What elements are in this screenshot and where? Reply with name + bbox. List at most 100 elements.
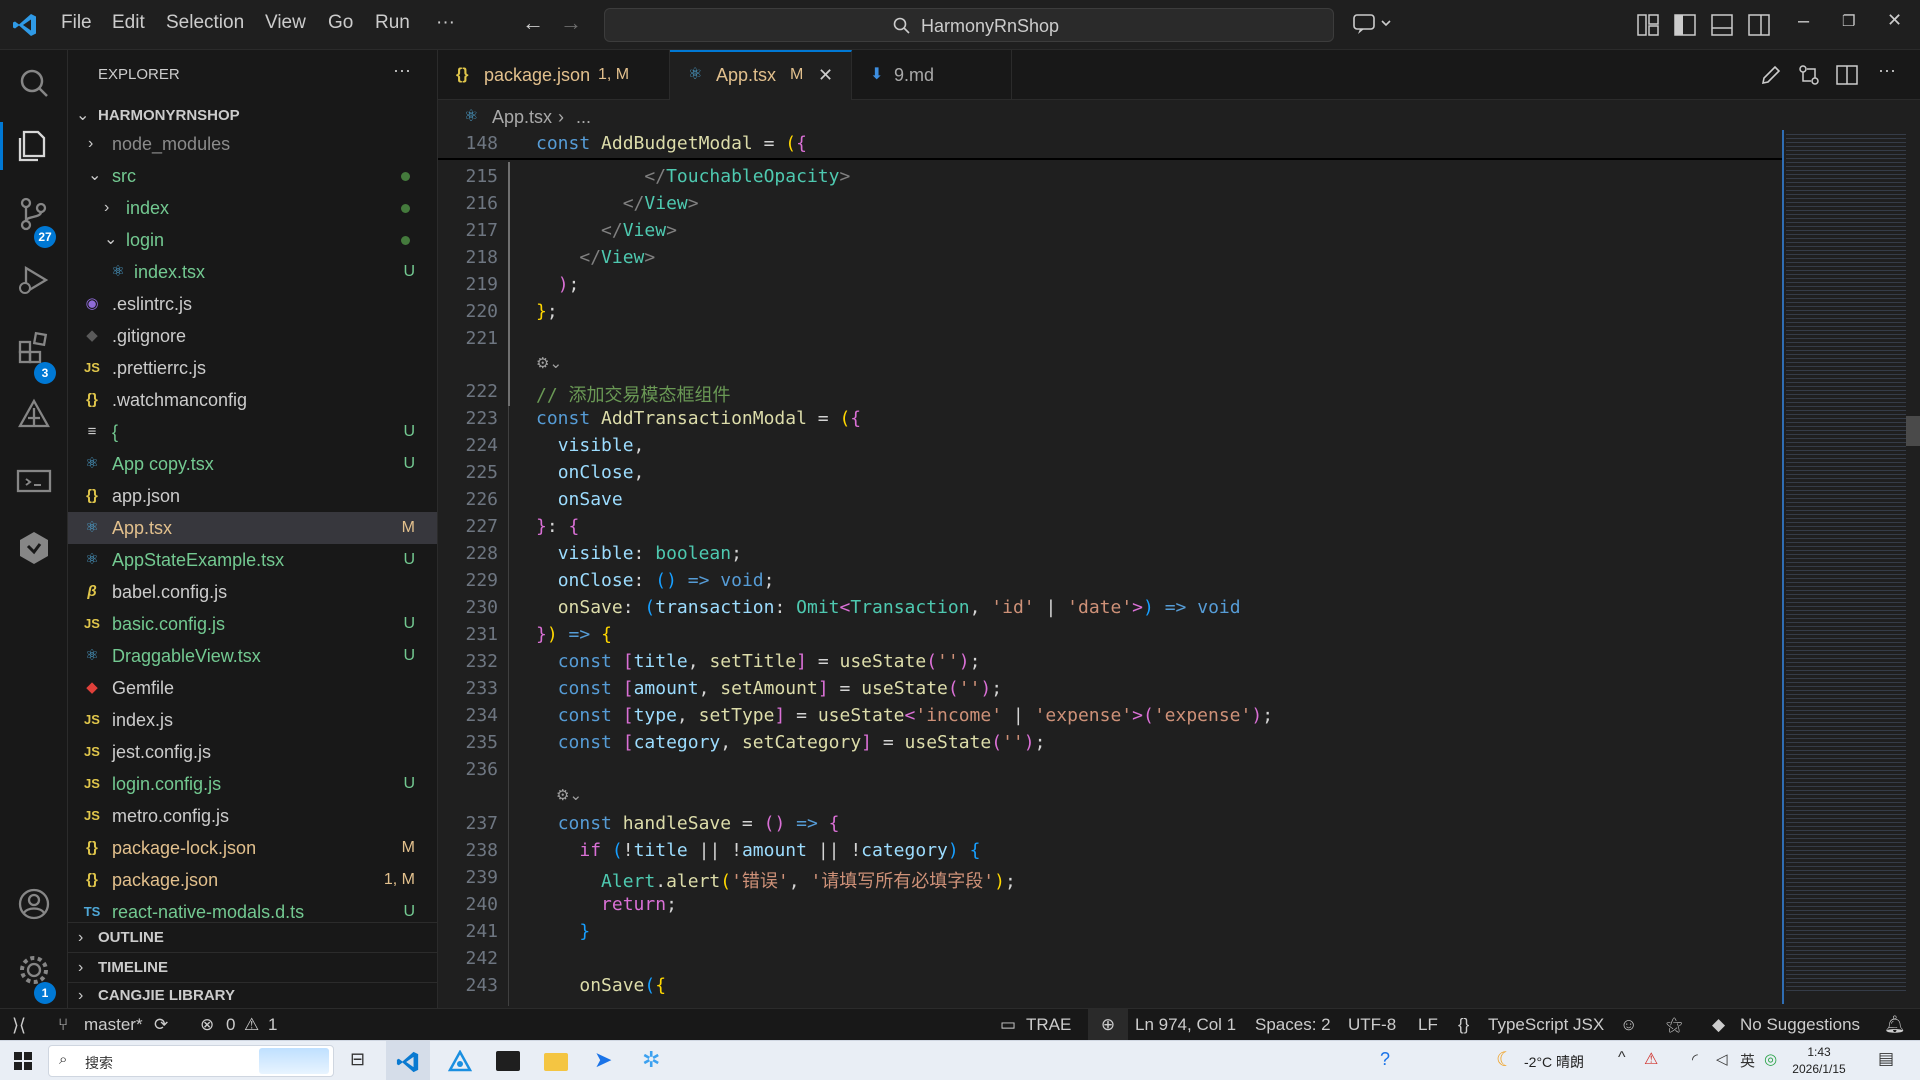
tree-item-babel-config[interactable]: β babel.config.js (68, 576, 437, 608)
vscode-logo-icon[interactable] (12, 12, 38, 38)
remote-indicator-icon[interactable]: ⟩⟨ (12, 1009, 26, 1041)
zoom-icon[interactable]: ⊕ (1088, 1009, 1128, 1041)
tree-item-metro-config[interactable]: JS metro.config.js (68, 800, 437, 832)
tree-item-gitignore[interactable]: ◆ .gitignore (68, 320, 437, 352)
file-explorer-taskbar-icon[interactable] (544, 1053, 568, 1071)
wifi-icon[interactable]: ◜ (1692, 1050, 1698, 1068)
toggle-secondary-sidebar-icon[interactable] (1748, 14, 1770, 36)
menu-edit[interactable]: Edit (112, 12, 145, 34)
ai-codelens-icon[interactable]: ⚙⌄ (536, 354, 562, 372)
tab-9-md[interactable]: ⬇ 9.md (852, 50, 1012, 100)
vscode-taskbar-icon[interactable] (396, 1050, 420, 1074)
weather-text[interactable]: -2°C 晴朗 (1524, 1052, 1584, 1072)
menu-go[interactable]: Go (328, 12, 353, 34)
tray-chevron-up-icon[interactable]: ^ (1618, 1049, 1626, 1067)
clock-time[interactable]: 1:43 (1786, 1045, 1852, 1059)
clock-date[interactable]: 2026/1/15 (1786, 1062, 1852, 1076)
tree-item-app-json[interactable]: {} app.json (68, 480, 437, 512)
action-center-icon[interactable]: ▤ (1878, 1049, 1894, 1069)
ime-icon[interactable]: 英 (1740, 1050, 1755, 1071)
wechat-tray-icon[interactable]: ◎ (1764, 1050, 1777, 1068)
back-arrow-icon[interactable]: ← (522, 10, 544, 36)
error-count[interactable]: 0 (226, 1009, 235, 1041)
timeline-section[interactable]: › TIMELINE (68, 952, 437, 982)
minimap[interactable] (1782, 130, 1920, 1008)
tree-item-brace-file[interactable]: ≡ { U (68, 416, 437, 448)
close-tab-icon[interactable]: ✕ (818, 50, 833, 100)
tree-item-src[interactable]: ⌄ src (68, 160, 437, 192)
tree-item-prettierrc[interactable]: JS .prettierrc.js (68, 352, 437, 384)
suggestions-status[interactable]: No Suggestions (1740, 1009, 1860, 1041)
split-editor-icon[interactable] (1836, 64, 1858, 86)
remote-explorer-icon[interactable] (14, 462, 54, 502)
copilot-chat-icon[interactable] (1352, 12, 1392, 36)
edit-pencil-icon[interactable] (1760, 64, 1782, 86)
tree-item-eslintrc[interactable]: ◉ .eslintrc.js (68, 288, 437, 320)
menu-file[interactable]: File (61, 12, 92, 34)
tree-item-draggableview[interactable]: ⚛ DraggableView.tsx U (68, 640, 437, 672)
customize-layout-icon[interactable] (1637, 14, 1659, 36)
restore-icon[interactable]: ❐ (1842, 12, 1855, 30)
cangjie-status-icon[interactable]: ⚝ (1666, 1009, 1683, 1041)
notifications-bell-icon[interactable]: 🔔︎ (1884, 1009, 1906, 1041)
tree-item-package-json[interactable]: {} package.json 1, M (68, 864, 437, 896)
tree-item-login-config[interactable]: JS login.config.js U (68, 768, 437, 800)
tree-item-gemfile[interactable]: ◆ Gemfile (68, 672, 437, 704)
tree-item-modals-dts[interactable]: TS react-native-modals.d.ts U (68, 896, 437, 922)
code-editor[interactable]: ⚛ App.tsx › ... 148 const AddBudgetModal… (438, 100, 1920, 1008)
tree-item-app-copy-tsx[interactable]: ⚛ App copy.tsx U (68, 448, 437, 480)
search-view-icon[interactable] (14, 64, 54, 104)
tree-item-index-folder[interactable]: › index (68, 192, 437, 224)
terminal-taskbar-icon[interactable] (496, 1051, 520, 1071)
indentation[interactable]: Spaces: 2 (1255, 1009, 1331, 1041)
harmony-icon[interactable] (14, 528, 54, 568)
branch-name[interactable]: master* (84, 1009, 143, 1041)
breadcrumb-rest[interactable]: ... (576, 100, 591, 134)
tree-item-index-js[interactable]: JS index.js (68, 704, 437, 736)
minimize-icon[interactable]: – (1798, 10, 1809, 33)
explorer-more-button[interactable]: ··· (393, 60, 411, 81)
menu-more[interactable]: ··· (436, 12, 455, 34)
close-window-icon[interactable]: ✕ (1887, 10, 1902, 31)
cangjie-icon[interactable] (14, 396, 54, 436)
encoding[interactable]: UTF-8 (1348, 1009, 1396, 1041)
cursor-position[interactable]: Ln 974, Col 1 (1135, 1009, 1236, 1041)
devstudio-taskbar-icon[interactable] (448, 1050, 472, 1074)
tree-item-watchmanconfig[interactable]: {} .watchmanconfig (68, 384, 437, 416)
line-ending[interactable]: LF (1418, 1009, 1438, 1041)
menu-selection[interactable]: Selection (166, 12, 244, 34)
feishu-taskbar-icon[interactable]: ➤ (594, 1047, 612, 1073)
tab-app-tsx-active[interactable]: ⚛ App.tsx M ✕ (670, 50, 852, 100)
editor-more-actions[interactable]: ··· (1878, 60, 1896, 81)
tree-item-appstateexample[interactable]: ⚛ AppStateExample.tsx U (68, 544, 437, 576)
language-mode[interactable]: TypeScript JSX (1488, 1009, 1604, 1041)
tab-package-json[interactable]: {} package.json 1, M (438, 50, 670, 100)
volume-icon[interactable]: ◁ (1716, 1050, 1728, 1068)
command-center-search[interactable]: HarmonyRnShop (604, 8, 1334, 42)
menu-run[interactable]: Run (375, 12, 410, 34)
help-taskbar-icon[interactable]: ? (1380, 1049, 1390, 1070)
toggle-primary-sidebar-icon[interactable] (1674, 14, 1696, 36)
tray-app-icon[interactable]: ⚠ (1644, 1049, 1658, 1069)
forward-arrow-icon[interactable]: → (560, 10, 582, 36)
warning-count[interactable]: 1 (268, 1009, 277, 1041)
sync-icon[interactable]: ⟳ (154, 1009, 168, 1041)
tree-item-package-lock[interactable]: {} package-lock.json M (68, 832, 437, 864)
copilot-icon[interactable]: ☺ (1620, 1009, 1637, 1041)
compare-changes-icon[interactable] (1798, 64, 1820, 86)
task-view-icon[interactable]: ⊟ (350, 1049, 365, 1070)
tree-item-app-tsx-selected[interactable]: ⚛ App.tsx M (68, 512, 437, 544)
taskbar-search-box[interactable]: ⌕ 搜索 (48, 1045, 334, 1077)
menu-view[interactable]: View (265, 12, 306, 34)
cangjie-library-section[interactable]: › CANGJIE LIBRARY (68, 982, 437, 1008)
sticky-scroll-header[interactable]: 148 const AddBudgetModal = ({ (438, 130, 1782, 160)
explorer-files-icon[interactable] (14, 126, 54, 166)
run-debug-icon[interactable] (14, 260, 54, 300)
outline-section[interactable]: › OUTLINE (68, 922, 437, 952)
trae-label[interactable]: TRAE (1026, 1009, 1071, 1041)
tree-item-login-index-tsx[interactable]: ⚛ index.tsx U (68, 256, 437, 288)
toggle-panel-icon[interactable] (1711, 14, 1733, 36)
ai-codelens-icon[interactable]: ⚙⌄ (556, 786, 582, 804)
breadcrumb-file[interactable]: App.tsx (492, 100, 552, 134)
scrollbar-thumb[interactable] (1906, 416, 1920, 446)
